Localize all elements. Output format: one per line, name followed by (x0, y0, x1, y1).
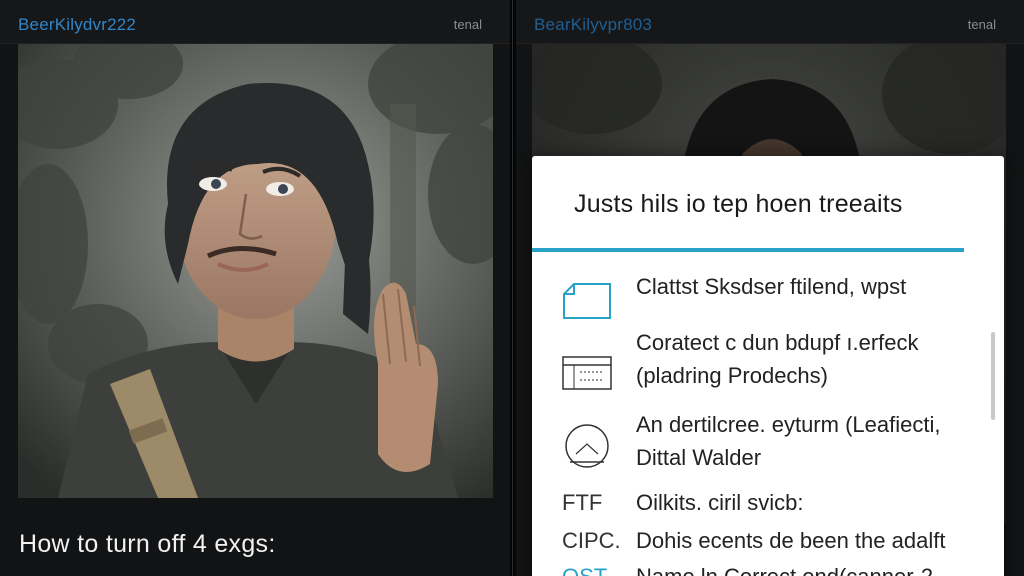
username-link[interactable]: BearKilyvpr803 (534, 15, 652, 35)
menu-item-label: Name ln Correct end(canner-2 (636, 560, 933, 576)
post-image[interactable] (18, 44, 493, 498)
menu-item-code: CIPC. (562, 528, 621, 553)
post-caption: How to turn off 4 exgs: (19, 530, 276, 558)
modal-title-underline (532, 248, 964, 252)
options-modal: Justs hils io tep hoen treeaits Clattst … (532, 156, 1004, 576)
menu-item-3[interactable]: An dertilcree. eyturm (Leafiecti, Dittal… (532, 408, 1004, 478)
menu-item-label: Dohis ecents de been the adalft (636, 528, 946, 553)
portrait-illustration (18, 44, 493, 498)
menu-item-label: Oilkits. ciril svicb: (636, 490, 804, 515)
gauge-icon (562, 422, 612, 475)
menu-item-6[interactable]: OST Name ln Correct end(canner-2 (532, 560, 1004, 576)
menu-item-code: FTF (562, 490, 603, 515)
post-header: BeerKilydvr222 tenal (0, 0, 510, 44)
menu-item-label: An dertilcree. eyturm (Leafiecti, (636, 412, 941, 437)
post-header: BearKilyvpr803 tenal (516, 0, 1024, 44)
post-card-right: BearKilyvpr803 tenal Justs hils io tep h… (516, 0, 1024, 576)
menu-item-code: OST (562, 564, 607, 576)
menu-item-2[interactable]: Coratect c dun bdupf ı.erfeck (pladring … (532, 326, 1004, 396)
menu-item-5[interactable]: CIPC. Dohis ecents de been the adalft (532, 524, 1004, 560)
menu-item-1[interactable]: Clattst Sksdser ftilend, wpst (532, 270, 1004, 330)
modal-title: Justs hils io tep hoen treeaits (574, 190, 903, 218)
menu-item-label: Clattst Sksdser ftilend, wpst (636, 274, 907, 299)
username-link[interactable]: BeerKilydvr222 (18, 15, 136, 35)
menu-item-label: Coratect c dun bdupf ı.erfeck (636, 330, 919, 355)
menu-item-sublabel: (pladring Prodechs) (636, 363, 828, 388)
window-icon (562, 356, 612, 395)
document-icon (562, 282, 612, 325)
post-card-left: BeerKilydvr222 tenal How to turn off 4 e… (0, 0, 510, 576)
menu-item-sublabel: Dittal Walder (636, 445, 762, 470)
modal-scrollbar[interactable] (991, 332, 995, 420)
header-action-link[interactable]: tenal (454, 17, 482, 32)
header-action-link[interactable]: tenal (968, 17, 996, 32)
menu-item-4[interactable]: FTF Oilkits. ciril svicb: (532, 486, 1004, 522)
